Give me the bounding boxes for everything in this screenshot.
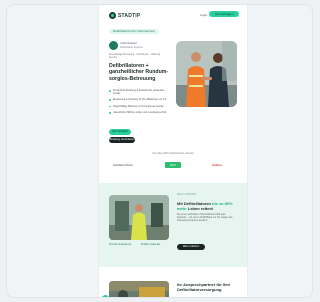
logo-icon xyxy=(109,12,116,19)
landing-page: STADTIP Login Jetzt anfragen Defibrillat… xyxy=(99,5,247,297)
hero-pill-badge: Defibrillatoren für Unternehmen xyxy=(109,29,159,34)
hero-subline: Zuverlässige Betreuung · Schulungen · Wa… xyxy=(109,53,162,60)
author-block: Julian Reichert Defibrillator Experte xyxy=(109,41,169,51)
avatar xyxy=(109,41,118,50)
benefits-image xyxy=(109,195,169,240)
benefit-caption: Schnell einsatzbereit xyxy=(109,243,132,246)
trusted-by-label: Von über 400 Unternehmen vertraut xyxy=(152,152,194,155)
benefits-title-part: Leben retten! xyxy=(186,206,214,211)
hero-photo-illustration xyxy=(176,41,237,107)
author-role: Defibrillator Experte xyxy=(120,46,143,49)
logo-text: STADTIP xyxy=(118,12,141,19)
site-header: STADTIP Login Jetzt anfragen xyxy=(99,5,247,25)
benefit-caption: Einfach bedienbar xyxy=(141,243,161,246)
nav-login-link[interactable]: Login xyxy=(200,13,207,17)
hero-primary-button[interactable]: Jetzt anfragen xyxy=(109,129,131,135)
section-tag: Warum STADTIP? xyxy=(177,193,197,196)
partner-logo-gabler: Gabler+ xyxy=(212,163,223,167)
contact-image xyxy=(109,281,169,297)
benefits-more-button[interactable]: Mehr erfahren xyxy=(177,244,205,250)
hero-bullet-list: Persönliche Beratung & Auswahl des passe… xyxy=(109,89,169,117)
benefits-title: Mit Defibrillatoren bis zu 80% mehr Lebe… xyxy=(177,201,237,211)
contact-photo-illustration xyxy=(109,281,169,297)
benefits-text: Bei einem plötzlichen Herzstillstand zäh… xyxy=(177,213,233,223)
hero-secondary-button[interactable]: Beratung vereinbaren xyxy=(109,137,135,143)
logo[interactable]: STADTIP xyxy=(109,12,140,19)
list-item: Einweisung & Schulung für Ihre Mitarbeit… xyxy=(109,98,169,101)
browser-frame: STADTIP Login Jetzt anfragen Defibrillat… xyxy=(6,4,313,298)
contact-section-title: Ihr Ansprechpartner für Ihre Defibrillat… xyxy=(177,282,231,292)
hero-image xyxy=(176,41,237,107)
header-cta-button[interactable]: Jetzt anfragen xyxy=(209,11,239,17)
partner-logo-hutchison: Hutchison Ports xyxy=(113,163,133,167)
benefits-section: Schnell einsatzbereit Einfach bedienbar … xyxy=(99,183,247,267)
benefits-photo-illustration xyxy=(109,195,169,240)
list-item: Persönliche Beratung & Auswahl des passe… xyxy=(109,89,169,95)
chat-bubble-icon[interactable] xyxy=(102,295,109,297)
hero-title: Defibrillatoren + ganzheitlicher Rundum-… xyxy=(109,63,169,82)
list-item: Regelmäßige Wartung und Kontrolle der Ge… xyxy=(109,105,169,108)
partner-logo-dkv: DKV xyxy=(165,162,181,168)
list-item: Gesetzliche Pflichten sicher und zuverlä… xyxy=(109,111,169,114)
author-name: Julian Reichert xyxy=(120,42,138,45)
